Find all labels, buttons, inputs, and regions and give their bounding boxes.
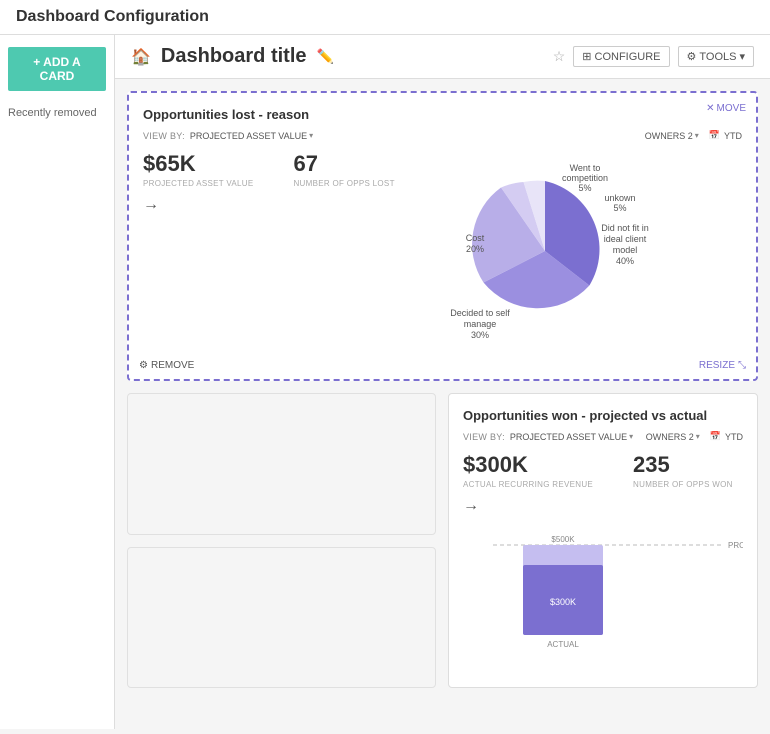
placeholder-card-2 xyxy=(127,547,436,689)
bar-chart: PROJECTED $500K $300K ACTUAL xyxy=(463,525,743,660)
calendar-icon-won: 📅 xyxy=(710,431,721,442)
stat2-block: 67 NUMBER OF OPPS LOST xyxy=(293,151,394,188)
svg-text:40%: 40% xyxy=(616,256,634,266)
chevron-down-icon: ▾ xyxy=(739,50,745,63)
stat1-value: $65K xyxy=(143,151,253,177)
chevron-down-icon: ▾ xyxy=(309,131,313,140)
chevron-down-icon-won: ▾ xyxy=(629,432,633,441)
opps-won-title: Opportunities won - projected vs actual xyxy=(463,408,743,423)
card-top-controls: ✕ MOVE xyxy=(706,103,746,114)
won-view-by-label: VIEW BY: xyxy=(463,432,505,442)
won-owners-label: OWNERS 2 xyxy=(646,432,694,442)
stat2-label: NUMBER OF OPPS LOST xyxy=(293,179,394,188)
resize-label: RESIZE xyxy=(699,360,735,371)
remove-button[interactable]: ⚙ REMOVE xyxy=(139,360,194,371)
opportunities-lost-card: Opportunities lost - reason ✕ MOVE VIEW … xyxy=(127,91,758,381)
chevron-down-icon-won-owners: ▾ xyxy=(696,432,700,441)
configure-label: CONFIGURE xyxy=(595,51,661,63)
stat1-block: $65K PROJECTED ASSET VALUE xyxy=(143,151,253,188)
svg-text:unkown: unkown xyxy=(604,193,635,203)
card-bottom-controls: ⚙ REMOVE RESIZE ⤡ xyxy=(139,360,746,371)
won-owners-dropdown[interactable]: OWNERS 2 ▾ xyxy=(646,432,700,442)
won-view-by-value: PROJECTED ASSET VALUE xyxy=(510,432,627,442)
dashboard-grid: Opportunities lost - reason ✕ MOVE VIEW … xyxy=(115,79,770,700)
svg-text:PROJECTED: PROJECTED xyxy=(728,541,743,550)
won-ytd-dropdown[interactable]: 📅 YTD xyxy=(710,431,743,442)
dashboard-header: 🏠 Dashboard title ✏️ ☆ ⊞ CONFIGURE ⚙ TOO… xyxy=(115,35,770,79)
won-stat1-label: ACTUAL RECURRING REVENUE xyxy=(463,480,593,489)
tools-label: TOOLS xyxy=(699,51,736,63)
won-stat1-block: $300K ACTUAL RECURRING REVENUE xyxy=(463,452,593,489)
configure-button[interactable]: ⊞ CONFIGURE xyxy=(573,46,669,67)
top-bar: Dashboard Configuration xyxy=(0,0,770,35)
move-icon: ✕ xyxy=(706,103,714,114)
svg-text:competition: competition xyxy=(562,173,608,183)
chevron-down-icon-owners: ▾ xyxy=(695,131,699,140)
remove-label: REMOVE xyxy=(151,360,194,371)
calendar-icon: 📅 xyxy=(709,130,720,141)
stats-block: $65K PROJECTED ASSET VALUE 67 NUMBER OF … xyxy=(143,151,395,214)
svg-text:$500K: $500K xyxy=(551,535,575,544)
edit-icon[interactable]: ✏️ xyxy=(317,48,334,65)
svg-text:manage: manage xyxy=(464,319,497,329)
move-label: MOVE xyxy=(717,103,746,114)
opps-lost-title: Opportunities lost - reason xyxy=(143,107,742,122)
won-stat1-value: $300K xyxy=(463,452,593,478)
svg-text:Cost: Cost xyxy=(466,233,485,243)
svg-text:model: model xyxy=(613,245,638,255)
star-icon[interactable]: ☆ xyxy=(553,48,566,65)
view-by-value: PROJECTED ASSET VALUE xyxy=(190,131,307,141)
sidebar: + ADD A CARD Recently removed xyxy=(0,35,115,729)
gear-icon: ⚙ xyxy=(687,50,697,63)
placeholder-card-1 xyxy=(127,393,436,535)
recently-removed-label: Recently removed xyxy=(8,107,106,119)
configure-icon: ⊞ xyxy=(582,50,591,63)
resize-icon: ⤡ xyxy=(738,360,746,371)
won-ytd-label: YTD xyxy=(725,432,743,442)
owners-label: OWNERS 2 xyxy=(645,131,693,141)
view-by-dropdown[interactable]: VIEW BY: PROJECTED ASSET VALUE ▾ xyxy=(143,131,313,141)
svg-text:$300K: $300K xyxy=(550,597,576,607)
pie-chart: Did not fit in ideal client model 40% un… xyxy=(415,151,742,356)
won-stat2-label: NUMBER OF OPPS WON xyxy=(633,480,733,489)
won-stat2-block: 235 NUMBER OF OPPS WON xyxy=(633,452,733,489)
svg-text:5%: 5% xyxy=(578,183,591,193)
won-filter-row: VIEW BY: PROJECTED ASSET VALUE ▾ OWNERS … xyxy=(463,431,743,442)
add-card-button[interactable]: + ADD A CARD xyxy=(8,47,106,91)
arrow-right-icon[interactable]: → xyxy=(143,196,395,214)
owners-dropdown[interactable]: OWNERS 2 ▾ xyxy=(645,131,699,141)
resize-button[interactable]: RESIZE ⤡ xyxy=(699,360,746,371)
home-icon[interactable]: 🏠 xyxy=(131,47,151,67)
svg-text:Did not fit in: Did not fit in xyxy=(601,223,649,233)
content-area: 🏠 Dashboard title ✏️ ☆ ⊞ CONFIGURE ⚙ TOO… xyxy=(115,35,770,729)
opportunities-won-card: Opportunities won - projected vs actual … xyxy=(448,393,758,688)
stat1-label: PROJECTED ASSET VALUE xyxy=(143,179,253,188)
view-by-label: VIEW BY: xyxy=(143,131,185,141)
header-actions: ☆ ⊞ CONFIGURE ⚙ TOOLS ▾ xyxy=(553,46,754,67)
won-view-by-dropdown[interactable]: VIEW BY: PROJECTED ASSET VALUE ▾ xyxy=(463,432,633,442)
svg-text:Decided to self: Decided to self xyxy=(450,308,510,318)
gear-icon-remove: ⚙ xyxy=(139,360,148,371)
dashboard-title: Dashboard title xyxy=(161,45,307,68)
svg-text:ACTUAL: ACTUAL xyxy=(547,640,579,649)
move-button[interactable]: ✕ MOVE xyxy=(706,103,746,114)
svg-text:Went to: Went to xyxy=(569,163,600,173)
svg-text:5%: 5% xyxy=(613,203,626,213)
stat2-value: 67 xyxy=(293,151,394,177)
won-stat2-value: 235 xyxy=(633,452,733,478)
page-title: Dashboard Configuration xyxy=(16,8,209,25)
main-layout: + ADD A CARD Recently removed 🏠 Dashboar… xyxy=(0,35,770,729)
arrow-right-icon-won[interactable]: → xyxy=(463,497,743,515)
ytd-label: YTD xyxy=(724,131,742,141)
tools-button[interactable]: ⚙ TOOLS ▾ xyxy=(678,46,755,67)
svg-text:20%: 20% xyxy=(466,244,484,254)
svg-text:ideal client: ideal client xyxy=(604,234,647,244)
filter-row: VIEW BY: PROJECTED ASSET VALUE ▾ OWNERS … xyxy=(143,130,742,141)
svg-text:30%: 30% xyxy=(471,330,489,340)
ytd-dropdown[interactable]: 📅 YTD xyxy=(709,130,742,141)
